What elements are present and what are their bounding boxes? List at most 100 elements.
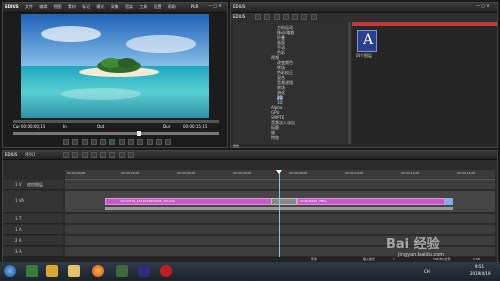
paste-icon[interactable] xyxy=(301,14,308,20)
pane-splitter[interactable] xyxy=(348,22,351,144)
menu-item-marker[interactable]: 标记 xyxy=(82,4,90,9)
track-header[interactable]: 3 A xyxy=(3,247,63,257)
track-name: 1 A xyxy=(15,227,22,232)
clock-date[interactable]: 2019/4/19 xyxy=(470,272,491,276)
track-header[interactable]: 2 A xyxy=(3,236,63,246)
menu-item-clip[interactable]: 素材 xyxy=(68,4,76,9)
mode-label[interactable]: PLR xyxy=(191,5,198,9)
status-left: 暂停 xyxy=(311,257,318,261)
effect-thumb[interactable]: A xyxy=(357,30,377,52)
start-button[interactable] xyxy=(4,265,16,277)
playhead[interactable] xyxy=(279,170,280,258)
insert-button[interactable] xyxy=(146,139,153,145)
sequence-label[interactable]: 序列1 xyxy=(25,153,36,157)
zoom-icon[interactable] xyxy=(127,152,134,158)
open-icon[interactable] xyxy=(273,14,280,20)
stop-button[interactable] xyxy=(100,139,107,145)
taskbar-app-icon[interactable] xyxy=(46,265,58,277)
effects-tree: 方向运动 移动/缩放 折叠 画面 手动 色彩 视频 改变颜色 转场 色彩校正 混… xyxy=(233,22,347,144)
firefox-icon[interactable] xyxy=(92,265,104,277)
tray-language[interactable]: CH xyxy=(424,270,430,274)
taskbar-app-icon[interactable] xyxy=(26,265,38,277)
cut-icon[interactable] xyxy=(282,14,289,20)
menu-item-render[interactable]: 渲染 xyxy=(125,4,133,9)
folder-icon[interactable] xyxy=(255,14,261,20)
track-lane[interactable] xyxy=(65,180,495,190)
track-header[interactable]: 1 T xyxy=(3,214,63,224)
track-lane[interactable] xyxy=(65,225,495,235)
window-controls[interactable]: — ▢ ✕ xyxy=(208,4,222,8)
dur-label: Dur xyxy=(163,124,171,129)
set-out-button[interactable] xyxy=(72,139,79,145)
tree-item[interactable]: 特效 xyxy=(271,136,279,140)
rewind-button[interactable] xyxy=(81,139,88,145)
playhead-handle[interactable] xyxy=(276,170,282,174)
undo-icon[interactable] xyxy=(63,152,69,158)
menu-item-file[interactable]: 文件 xyxy=(25,4,33,9)
cut-tool-icon[interactable] xyxy=(90,152,97,158)
app-label: EDIUS xyxy=(5,4,19,9)
clip[interactable]: A536n4015_3ff0a xyxy=(297,198,445,205)
export-button[interactable] xyxy=(165,139,172,145)
shuttle-slider[interactable] xyxy=(13,131,219,136)
island-image xyxy=(21,14,209,118)
clip-end-marker xyxy=(445,198,453,205)
transition[interactable] xyxy=(271,198,297,205)
loop-button[interactable] xyxy=(137,139,144,145)
bin-window: EDIUS — ▢ ✕ EDIUS 方向运动 移动/缩放 折叠 画面 手动 色彩… xyxy=(230,2,498,148)
edius-icon[interactable] xyxy=(138,265,150,277)
snap-icon[interactable] xyxy=(109,152,116,158)
delete-icon[interactable] xyxy=(310,14,317,20)
track-name: 1 T xyxy=(15,216,22,221)
cur-label: Cur xyxy=(13,124,20,129)
player-titlebar: EDIUS 文件 编辑 视图 素材 标记 模式 采集 渲染 工具 设置 帮助 P… xyxy=(3,3,227,13)
status-right-2: Y xyxy=(393,257,395,261)
status-right-4: 5:5B xyxy=(473,257,480,261)
track-lane[interactable] xyxy=(65,214,495,224)
ruler-tick: 00:00:00;00 xyxy=(67,171,86,175)
track-header[interactable]: 1 A xyxy=(3,225,63,235)
track-lane[interactable]: 20120729_1411054815025_rithumb A536n4015… xyxy=(65,191,495,213)
redo-icon[interactable] xyxy=(72,152,79,158)
overwrite-button[interactable] xyxy=(155,139,162,145)
copy-icon[interactable] xyxy=(292,14,299,20)
track-header[interactable]: 1 VA xyxy=(3,191,63,213)
shuttle-handle[interactable] xyxy=(137,131,141,136)
menu-item-help[interactable]: 帮助 xyxy=(168,4,176,9)
track-header[interactable]: 1 V 底纹图层 xyxy=(3,180,63,190)
bin-label: EDIUS xyxy=(233,14,246,19)
folder-icon[interactable] xyxy=(68,265,80,277)
timeline-titlebar: EDIUS 序列1 xyxy=(3,151,497,160)
status-right-3: FLE(80)文件 xyxy=(433,257,451,261)
save-icon[interactable] xyxy=(81,152,88,158)
clip[interactable]: 20120729_1411054815025_rithumb xyxy=(105,198,273,205)
taskbar-app-icon[interactable] xyxy=(116,265,128,277)
marker-icon[interactable] xyxy=(118,152,125,158)
out-label: Out xyxy=(97,124,105,129)
menu-item-capture[interactable]: 采集 xyxy=(111,4,119,9)
cur-time: 00:00:00;15 xyxy=(21,124,46,129)
ruler-tick: 00:00:04;00 xyxy=(177,171,196,175)
menu-item-view[interactable]: 视图 xyxy=(54,4,62,9)
dur-time: 00:00:15;15 xyxy=(183,124,208,129)
position-bar[interactable] xyxy=(13,120,219,123)
clock-time[interactable]: 9:51 xyxy=(475,265,484,269)
play-button[interactable] xyxy=(109,139,116,145)
step-forward-button[interactable] xyxy=(118,139,125,145)
ripple-icon[interactable] xyxy=(100,152,107,158)
effect-clips-pane: A 四个图层 xyxy=(352,22,497,144)
ruler-tick: 00:00:02;00 xyxy=(121,171,140,175)
bin-window-controls[interactable]: — ▢ ✕ xyxy=(476,4,490,8)
menu-item-edit[interactable]: 编辑 xyxy=(39,4,47,9)
transport-controls xyxy=(63,139,173,146)
record-icon[interactable] xyxy=(160,265,172,277)
bin-titlebar: EDIUS — ▢ ✕ xyxy=(231,3,497,13)
step-back-button[interactable] xyxy=(90,139,97,145)
new-bin-icon[interactable] xyxy=(264,14,271,20)
menu-item-mode[interactable]: 模式 xyxy=(96,4,104,9)
set-in-button[interactable] xyxy=(63,139,69,145)
menu-item-tools[interactable]: 工具 xyxy=(139,4,147,9)
fast-forward-button[interactable] xyxy=(127,139,134,145)
menu-item-settings[interactable]: 设置 xyxy=(154,4,162,9)
path-label: 特效 xyxy=(233,144,240,148)
